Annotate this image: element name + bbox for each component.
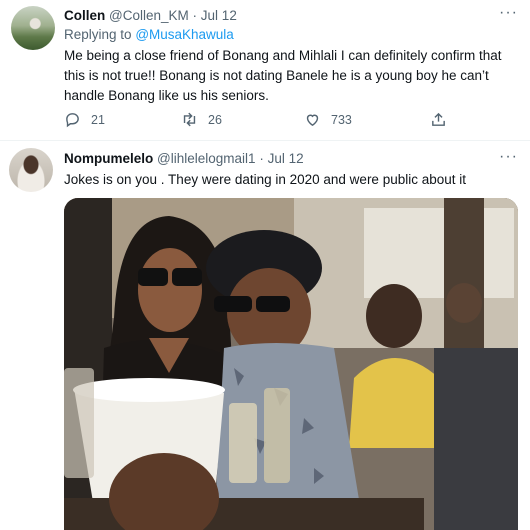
reply-count: 21 <box>91 112 105 127</box>
tweet-photo[interactable] <box>64 198 518 530</box>
separator: · <box>192 8 198 23</box>
share-button[interactable] <box>430 111 457 128</box>
display-name[interactable]: Collen <box>64 8 105 23</box>
more-icon[interactable]: ··· <box>499 148 518 166</box>
tweet-text-line: this is not true!! Bonang is not dating … <box>64 68 489 83</box>
retweet-button[interactable]: 26 <box>181 111 222 128</box>
tweet-date[interactable]: Jul 12 <box>201 8 237 23</box>
like-button[interactable]: 733 <box>304 111 352 128</box>
photo-image <box>64 198 518 530</box>
like-icon <box>306 114 319 127</box>
user-handle[interactable]: @lihlelelogmail1 <box>157 151 256 166</box>
avatar[interactable] <box>9 148 53 192</box>
tweet-date[interactable]: Jul 12 <box>268 151 304 166</box>
tweet-actions: 21 26 733 <box>64 111 464 131</box>
replying-prefix: Replying to <box>64 27 132 42</box>
retweet-icon <box>183 112 196 127</box>
tweet-header: Collen @Collen_KM · Jul 12 <box>64 8 237 23</box>
like-count: 733 <box>331 112 352 127</box>
avatar[interactable] <box>11 6 55 50</box>
display-name[interactable]: Nompumelelo <box>64 151 153 166</box>
tweet-header: Nompumelelo @lihlelelogmail1 · Jul 12 <box>64 151 304 166</box>
tweet-text: Me being a close friend of Bonang and Mi… <box>64 46 502 106</box>
replying-to: Replying to @MusaKhawula <box>64 27 234 42</box>
share-icon <box>432 112 445 126</box>
retweet-count: 26 <box>208 112 222 127</box>
separator: · <box>259 151 264 166</box>
reply-button[interactable]: 21 <box>64 111 105 128</box>
tweet-text: Jokes is on you . They were dating in 20… <box>64 172 467 187</box>
reply-icon <box>66 113 79 128</box>
tweet-text-line: handle Bonang like us his seniors. <box>64 88 269 103</box>
mention-link[interactable]: @MusaKhawula <box>135 27 234 42</box>
user-handle[interactable]: @Collen_KM <box>109 8 189 23</box>
more-icon[interactable]: ··· <box>499 4 518 22</box>
divider <box>0 140 530 141</box>
tweet-text-line: Me being a close friend of Bonang and Mi… <box>64 48 502 63</box>
